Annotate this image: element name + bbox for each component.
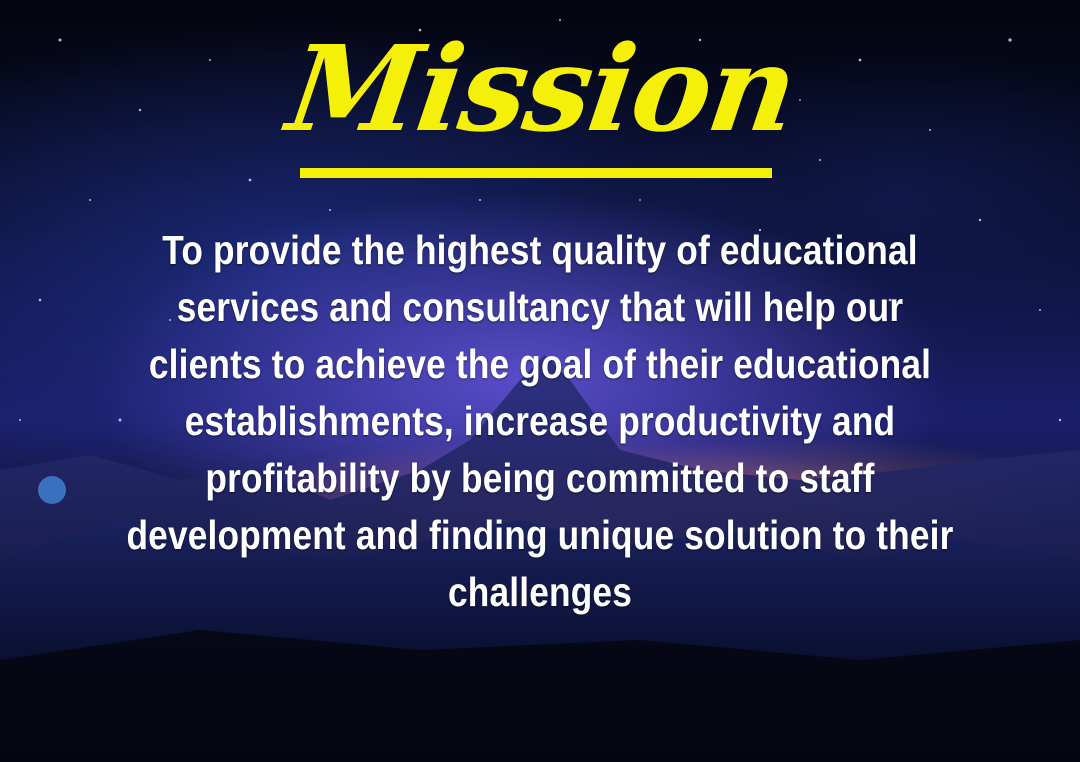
mission-line: services and consultancy that will help … [176, 284, 904, 330]
mission-poster: Mission To provide the highest quality o… [0, 0, 1080, 762]
title-underline [300, 168, 772, 178]
mission-line: clients to achieve the goal of their edu… [148, 341, 932, 387]
title-block: Mission [280, 18, 803, 188]
mission-line: establishments, increase productivity an… [184, 398, 896, 444]
page-title: Mission [280, 19, 804, 158]
mission-statement: To provide the highest quality of educat… [110, 222, 970, 621]
mission-line: To provide the highest quality of educat… [162, 227, 918, 273]
mission-line: challenges [448, 569, 632, 615]
mission-line: profitability by being committed to staf… [205, 455, 875, 501]
mission-line: development and finding unique solution … [126, 512, 954, 558]
